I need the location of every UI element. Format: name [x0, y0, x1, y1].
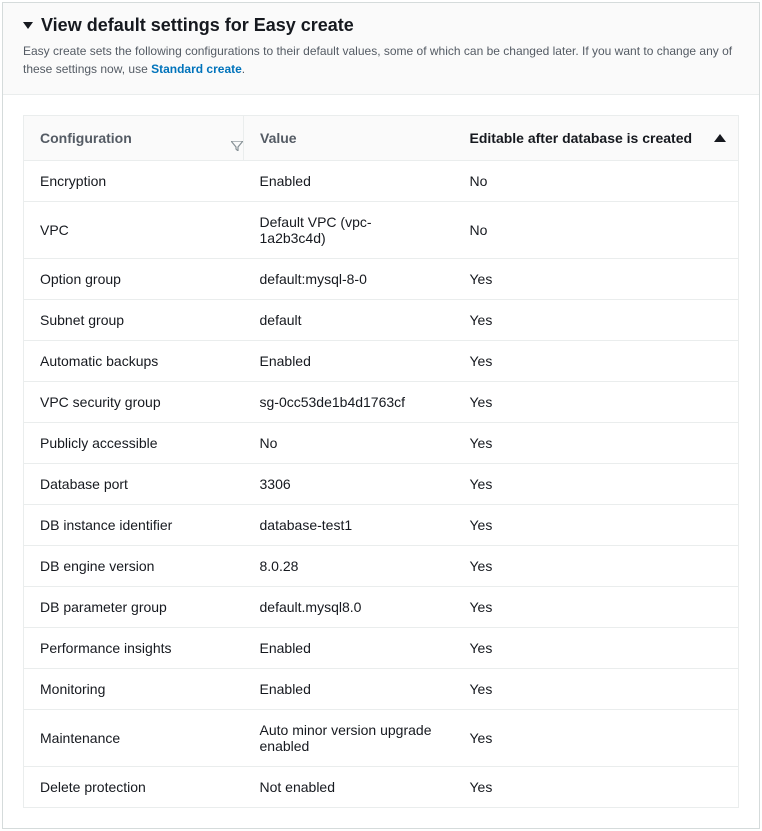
- cell-value: 8.0.28: [244, 546, 454, 587]
- table-row: Database port3306Yes: [24, 464, 739, 505]
- cell-editable: Yes: [454, 259, 739, 300]
- cell-config: DB parameter group: [24, 587, 244, 628]
- cell-config: VPC security group: [24, 382, 244, 423]
- cell-editable: Yes: [454, 587, 739, 628]
- table-body: EncryptionEnabledNoVPCDefault VPC (vpc-1…: [24, 161, 739, 808]
- cell-value: default:mysql-8-0: [244, 259, 454, 300]
- table-row: VPC security groupsg-0cc53de1b4d1763cfYe…: [24, 382, 739, 423]
- table-row: Publicly accessibleNoYes: [24, 423, 739, 464]
- panel-title: View default settings for Easy create: [41, 15, 354, 36]
- cell-editable: Yes: [454, 546, 739, 587]
- panel-header: View default settings for Easy create Ea…: [3, 3, 759, 95]
- table-row: EncryptionEnabledNo: [24, 161, 739, 202]
- cell-value: Enabled: [244, 628, 454, 669]
- table-row: Automatic backupsEnabledYes: [24, 341, 739, 382]
- table-row: MonitoringEnabledYes: [24, 669, 739, 710]
- sort-asc-icon: [714, 134, 726, 142]
- cell-config: Maintenance: [24, 710, 244, 767]
- table-row: DB instance identifierdatabase-test1Yes: [24, 505, 739, 546]
- cell-value: Enabled: [244, 341, 454, 382]
- cell-value: Auto minor version upgrade enabled: [244, 710, 454, 767]
- cell-editable: Yes: [454, 669, 739, 710]
- cell-value: No: [244, 423, 454, 464]
- cell-config: Encryption: [24, 161, 244, 202]
- table-row: Option groupdefault:mysql-8-0Yes: [24, 259, 739, 300]
- table-row: DB engine version8.0.28Yes: [24, 546, 739, 587]
- cell-value: database-test1: [244, 505, 454, 546]
- cell-editable: Yes: [454, 628, 739, 669]
- cell-config: Option group: [24, 259, 244, 300]
- cell-editable: Yes: [454, 382, 739, 423]
- table-row: VPCDefault VPC (vpc-1a2b3c4d)No: [24, 202, 739, 259]
- cell-config: Database port: [24, 464, 244, 505]
- standard-create-link[interactable]: Standard create: [151, 62, 242, 76]
- desc-prefix: Easy create sets the following configura…: [23, 44, 732, 76]
- cell-value: default.mysql8.0: [244, 587, 454, 628]
- cell-config: Publicly accessible: [24, 423, 244, 464]
- cell-config: Monitoring: [24, 669, 244, 710]
- settings-panel: View default settings for Easy create Ea…: [2, 2, 760, 829]
- column-header-value[interactable]: Value: [244, 116, 454, 161]
- cell-config: Subnet group: [24, 300, 244, 341]
- cell-editable: Yes: [454, 710, 739, 767]
- cell-config: Delete protection: [24, 767, 244, 808]
- column-header-configuration[interactable]: Configuration: [24, 116, 244, 161]
- panel-description: Easy create sets the following configura…: [23, 42, 739, 78]
- cell-config: VPC: [24, 202, 244, 259]
- cell-value: Default VPC (vpc-1a2b3c4d): [244, 202, 454, 259]
- cell-editable: No: [454, 161, 739, 202]
- table-row: DB parameter groupdefault.mysql8.0Yes: [24, 587, 739, 628]
- expand-toggle[interactable]: View default settings for Easy create: [23, 15, 739, 36]
- cell-config: DB engine version: [24, 546, 244, 587]
- table-wrapper: Configuration Value Editable after datab…: [3, 95, 759, 828]
- cell-value: Enabled: [244, 669, 454, 710]
- cell-editable: Yes: [454, 423, 739, 464]
- caret-down-icon: [23, 22, 33, 29]
- cell-value: default: [244, 300, 454, 341]
- cell-config: DB instance identifier: [24, 505, 244, 546]
- cell-editable: No: [454, 202, 739, 259]
- cell-editable: Yes: [454, 464, 739, 505]
- table-row: Performance insightsEnabledYes: [24, 628, 739, 669]
- cell-value: 3306: [244, 464, 454, 505]
- cell-editable: Yes: [454, 767, 739, 808]
- cell-editable: Yes: [454, 300, 739, 341]
- cell-editable: Yes: [454, 505, 739, 546]
- table-row: Subnet groupdefaultYes: [24, 300, 739, 341]
- cell-value: Enabled: [244, 161, 454, 202]
- table-row: MaintenanceAuto minor version upgrade en…: [24, 710, 739, 767]
- cell-value: sg-0cc53de1b4d1763cf: [244, 382, 454, 423]
- table-row: Delete protectionNot enabledYes: [24, 767, 739, 808]
- cell-config: Performance insights: [24, 628, 244, 669]
- settings-table: Configuration Value Editable after datab…: [23, 115, 739, 808]
- cell-config: Automatic backups: [24, 341, 244, 382]
- cell-value: Not enabled: [244, 767, 454, 808]
- cell-editable: Yes: [454, 341, 739, 382]
- column-header-editable[interactable]: Editable after database is created: [454, 116, 739, 161]
- desc-suffix: .: [242, 62, 245, 76]
